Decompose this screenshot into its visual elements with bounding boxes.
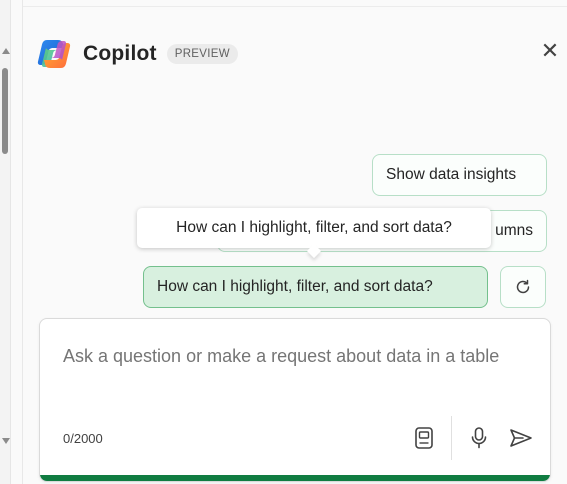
- prompt-guide-icon: [415, 427, 433, 449]
- copilot-window: Copilot PREVIEW ✕ Show data insights umn…: [0, 0, 567, 484]
- suggestion-chip-label: How can I highlight, filter, and sort da…: [157, 278, 433, 295]
- send-button[interactable]: [504, 421, 538, 455]
- left-scrollbar[interactable]: [0, 0, 11, 484]
- toolbar-divider: [451, 416, 452, 460]
- composer-accent-bar: [40, 475, 550, 481]
- close-button[interactable]: ✕: [539, 40, 561, 62]
- send-icon: [510, 429, 532, 447]
- scroll-thumb[interactable]: [2, 68, 8, 154]
- refresh-suggestions-button[interactable]: [500, 266, 546, 308]
- pane-title: Copilot: [83, 42, 157, 65]
- microphone-button[interactable]: [462, 421, 496, 455]
- preview-badge: PREVIEW: [166, 44, 238, 64]
- prompt-guide-button[interactable]: [407, 421, 441, 455]
- pane-header: Copilot PREVIEW: [37, 36, 238, 72]
- suggestion-chip-data-insights[interactable]: Show data insights: [372, 154, 547, 196]
- chat-input[interactable]: [63, 343, 523, 403]
- copilot-pane: Copilot PREVIEW ✕ Show data insights umn…: [22, 0, 567, 484]
- suggestion-chip-highlight-filter-sort[interactable]: How can I highlight, filter, and sort da…: [143, 266, 488, 308]
- microphone-icon: [471, 427, 487, 449]
- refresh-icon: [516, 279, 530, 294]
- chat-composer: 0/2000: [39, 318, 551, 482]
- close-icon: ✕: [540, 38, 560, 63]
- character-counter: 0/2000: [63, 431, 103, 446]
- suggestion-chip-label: umns: [495, 222, 533, 239]
- tooltip-text: How can I highlight, filter, and sort da…: [176, 219, 452, 236]
- suggestion-tooltip: How can I highlight, filter, and sort da…: [137, 208, 491, 248]
- copilot-logo-icon: [37, 40, 71, 68]
- suggestion-chip-label: Show data insights: [386, 166, 517, 183]
- composer-toolbar: [407, 416, 538, 460]
- scroll-up-arrow-icon[interactable]: [2, 48, 10, 54]
- scroll-down-arrow-icon[interactable]: [2, 438, 10, 444]
- pane-divider: [23, 6, 567, 7]
